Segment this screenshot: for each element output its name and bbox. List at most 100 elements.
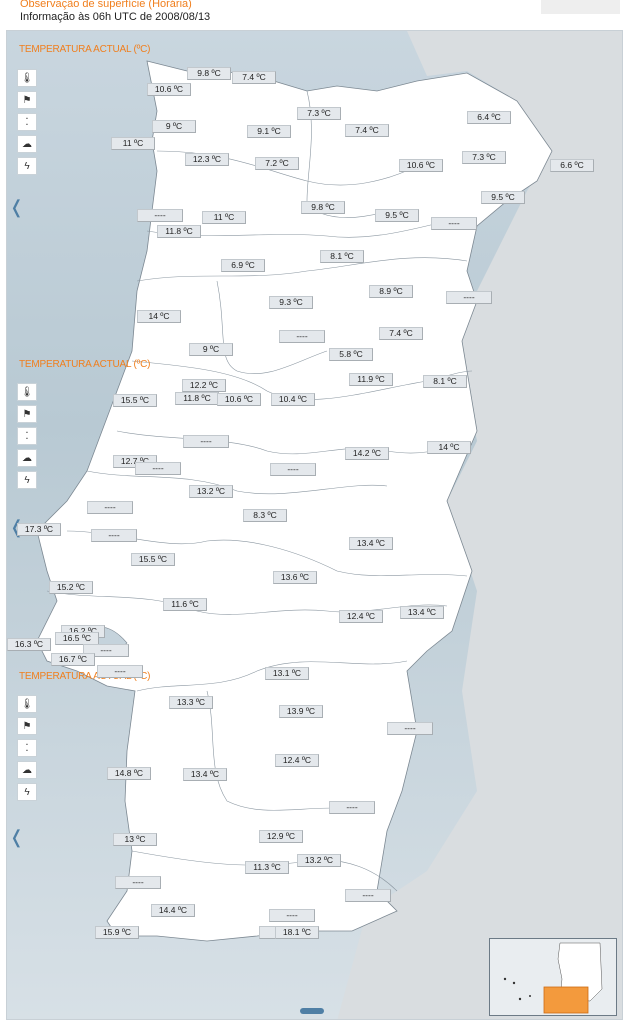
station-temperature-label[interactable]: 12.4 ºC <box>275 754 319 767</box>
station-temperature-label[interactable]: ---- <box>431 217 477 230</box>
overview-inset-map[interactable] <box>489 938 617 1016</box>
layer-toolbar-1: 🌡 ⚑ ⁚ ☁ ϟ <box>17 69 39 179</box>
map-container[interactable]: TEMPERATURA ACTUAL (ºC) TEMPERATURA ACTU… <box>6 30 623 1020</box>
station-temperature-label[interactable]: ---- <box>135 462 181 475</box>
station-temperature-label[interactable]: 14 ºC <box>427 441 471 454</box>
station-temperature-label[interactable]: 8.1 ºC <box>423 375 467 388</box>
station-temperature-label[interactable]: 13.2 ºC <box>189 485 233 498</box>
station-temperature-label[interactable]: 14.4 ºC <box>151 904 195 917</box>
station-temperature-label[interactable]: 15.5 ºC <box>113 394 157 407</box>
lightning-icon[interactable]: ϟ <box>17 157 37 175</box>
station-temperature-label[interactable]: 15.2 ºC <box>49 581 93 594</box>
station-temperature-label[interactable]: 18.1 ºC <box>275 926 319 939</box>
station-temperature-label[interactable]: 9.8 ºC <box>301 201 345 214</box>
scroll-left-arrow-icon[interactable]: ❬ <box>9 826 24 848</box>
station-temperature-label[interactable]: 12.9 ºC <box>259 830 303 843</box>
station-temperature-label[interactable]: ---- <box>97 665 143 678</box>
station-temperature-label[interactable]: 11.6 ºC <box>163 598 207 611</box>
station-temperature-label[interactable]: 13.4 ºC <box>400 606 444 619</box>
station-temperature-label[interactable]: 13.3 ºC <box>169 696 213 709</box>
station-temperature-label[interactable]: 13 ºC <box>113 833 157 846</box>
station-temperature-label[interactable]: ---- <box>270 463 316 476</box>
station-temperature-label[interactable]: 9 ºC <box>189 343 233 356</box>
station-temperature-label[interactable]: 9.1 ºC <box>247 125 291 138</box>
thermometer-icon[interactable]: 🌡 <box>17 69 37 87</box>
station-temperature-label[interactable]: 11.9 ºC <box>349 373 393 386</box>
station-temperature-label[interactable]: 17.3 ºC <box>17 523 61 536</box>
station-temperature-label[interactable]: ---- <box>269 909 315 922</box>
station-temperature-label[interactable]: 6.6 ºC <box>550 159 594 172</box>
thermometer-icon[interactable]: 🌡 <box>17 383 37 401</box>
station-temperature-label[interactable]: ---- <box>446 291 492 304</box>
station-temperature-label[interactable]: ---- <box>279 330 325 343</box>
station-temperature-label[interactable]: 6.4 ºC <box>467 111 511 124</box>
station-temperature-label[interactable]: 10.6 ºC <box>147 83 191 96</box>
lightning-icon[interactable]: ϟ <box>17 471 37 489</box>
station-temperature-label[interactable]: ---- <box>345 889 391 902</box>
station-temperature-label[interactable]: 12.4 ºC <box>339 610 383 623</box>
station-temperature-label[interactable]: 13.4 ºC <box>183 768 227 781</box>
station-temperature-label[interactable]: 13.9 ºC <box>279 705 323 718</box>
cloud-icon[interactable]: ☁ <box>17 135 37 153</box>
station-temperature-label[interactable]: 11 ºC <box>111 137 155 150</box>
station-temperature-label[interactable]: 7.3 ºC <box>462 151 506 164</box>
station-temperature-label[interactable]: 16.7 ºC <box>51 653 95 666</box>
wind-sock-icon[interactable]: ⚑ <box>17 717 37 735</box>
station-temperature-label[interactable]: 10.4 ºC <box>271 393 315 406</box>
station-temperature-label[interactable]: 9.3 ºC <box>269 296 313 309</box>
station-temperature-label[interactable]: 16.3 ºC <box>7 638 51 651</box>
station-temperature-label[interactable]: ---- <box>87 501 133 514</box>
rain-icon[interactable]: ⁚ <box>17 739 37 757</box>
station-temperature-label[interactable]: ---- <box>329 801 375 814</box>
station-temperature-label[interactable]: ---- <box>91 529 137 542</box>
wind-sock-icon[interactable]: ⚑ <box>17 91 37 109</box>
station-temperature-label[interactable]: 13.4 ºC <box>349 537 393 550</box>
station-temperature-label[interactable]: ---- <box>183 435 229 448</box>
station-temperature-label[interactable]: ---- <box>115 876 161 889</box>
station-temperature-label[interactable]: ---- <box>387 722 433 735</box>
wind-sock-icon[interactable]: ⚑ <box>17 405 37 423</box>
station-temperature-label[interactable]: 9 ºC <box>152 120 196 133</box>
station-temperature-label[interactable]: 8.3 ºC <box>243 509 287 522</box>
station-temperature-label[interactable]: 11.8 ºC <box>157 225 201 238</box>
rain-icon[interactable]: ⁚ <box>17 113 37 131</box>
thermometer-icon[interactable]: 🌡 <box>17 695 37 713</box>
station-temperature-label[interactable]: 10.6 ºC <box>217 393 261 406</box>
station-temperature-label[interactable]: 13.2 ºC <box>297 854 341 867</box>
scroll-left-arrow-icon[interactable]: ❬ <box>9 516 24 538</box>
station-temperature-label[interactable]: 5.8 ºC <box>329 348 373 361</box>
station-temperature-label[interactable]: 12.3 ºC <box>185 153 229 166</box>
station-temperature-label[interactable]: 9.5 ºC <box>481 191 525 204</box>
scroll-left-arrow-icon[interactable]: ❬ <box>9 196 24 218</box>
station-temperature-label[interactable]: 14.8 ºC <box>107 767 151 780</box>
station-temperature-label[interactable]: 8.1 ºC <box>320 250 364 263</box>
station-temperature-label[interactable]: 15.5 ºC <box>131 553 175 566</box>
lightning-icon[interactable]: ϟ <box>17 783 37 801</box>
station-temperature-label[interactable]: 9.5 ºC <box>375 209 419 222</box>
station-temperature-label[interactable]: 7.2 ºC <box>255 157 299 170</box>
station-temperature-label[interactable]: 7.4 ºC <box>379 327 423 340</box>
cloud-icon[interactable]: ☁ <box>17 449 37 467</box>
station-temperature-label[interactable]: 15.9 ºC <box>95 926 139 939</box>
layer-toolbar-2: 🌡 ⚑ ⁚ ☁ ϟ <box>17 383 39 493</box>
station-temperature-label[interactable]: 7.4 ºC <box>232 71 276 84</box>
station-temperature-label[interactable]: 9.8 ºC <box>187 67 231 80</box>
station-temperature-label[interactable]: 14.2 ºC <box>345 447 389 460</box>
station-temperature-label[interactable]: 11.3 ºC <box>245 861 289 874</box>
station-temperature-label[interactable]: 13.6 ºC <box>273 571 317 584</box>
station-temperature-label[interactable]: 10.6 ºC <box>399 159 443 172</box>
station-temperature-label[interactable]: 11.8 ºC <box>175 392 219 405</box>
station-temperature-label[interactable]: 13.1 ºC <box>265 667 309 680</box>
station-temperature-label[interactable]: 11 ºC <box>202 211 246 224</box>
scroll-down-arrow-icon[interactable] <box>300 1008 324 1014</box>
layer-toolbar-3: 🌡 ⚑ ⁚ ☁ ϟ <box>17 695 39 805</box>
cloud-icon[interactable]: ☁ <box>17 761 37 779</box>
station-temperature-label[interactable]: 7.3 ºC <box>297 107 341 120</box>
station-temperature-label[interactable]: 12.2 ºC <box>182 379 226 392</box>
station-temperature-label[interactable]: ---- <box>137 209 183 222</box>
rain-icon[interactable]: ⁚ <box>17 427 37 445</box>
station-temperature-label[interactable]: 14 ºC <box>137 310 181 323</box>
station-temperature-label[interactable]: 6.9 ºC <box>221 259 265 272</box>
station-temperature-label[interactable]: 8.9 ºC <box>369 285 413 298</box>
station-temperature-label[interactable]: 7.4 ºC <box>345 124 389 137</box>
